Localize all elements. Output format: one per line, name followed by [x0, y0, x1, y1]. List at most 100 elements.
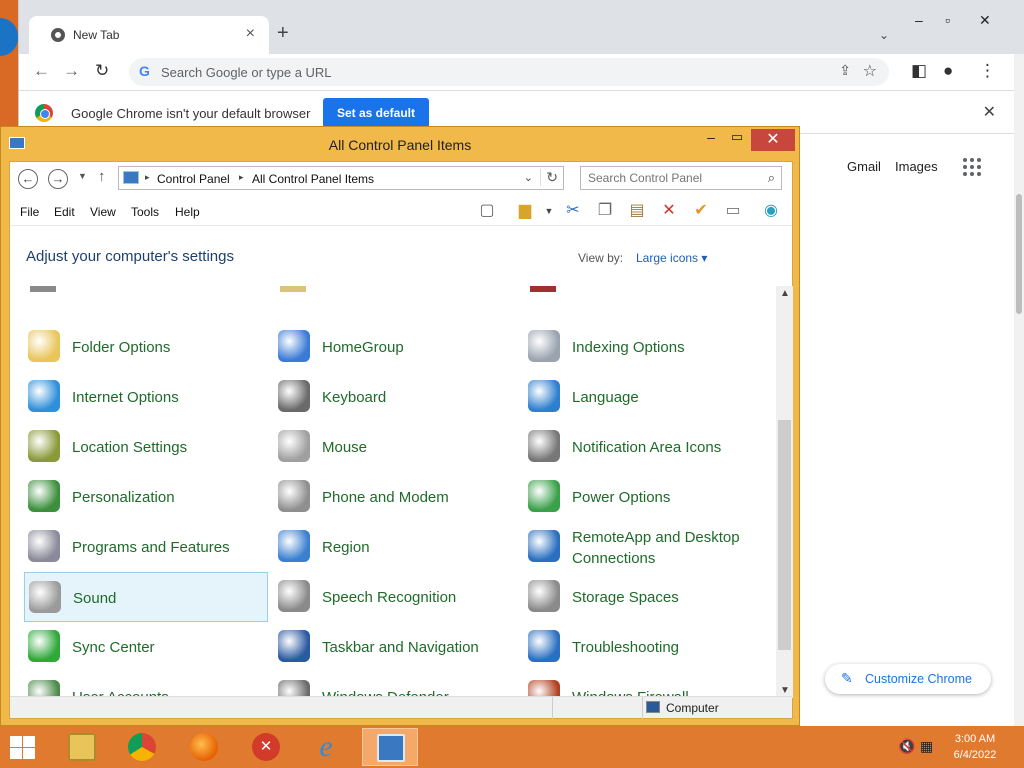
taskbar-internet-explorer[interactable]: e — [298, 728, 354, 766]
forward-arrow-icon[interactable]: → — [63, 61, 80, 81]
back-arrow-icon[interactable]: ← — [33, 61, 50, 81]
cp-item-personalization[interactable]: Personalization — [24, 472, 268, 522]
cp-maximize-button[interactable]: ▭ — [725, 129, 749, 151]
cp-item-internet-options[interactable]: Internet Options — [24, 372, 268, 422]
side-panel-icon[interactable]: ◧ — [911, 61, 927, 81]
breadcrumb-chevron-icon[interactable]: ▸ — [239, 172, 244, 183]
menu-file[interactable]: File — [20, 205, 39, 219]
cp-item-phone-and-modem[interactable]: Phone and Modem — [274, 472, 518, 522]
start-button[interactable] — [10, 736, 36, 760]
address-bar[interactable]: ▸ Control Panel ▸ All Control Panel Item… — [118, 166, 564, 190]
cp-scrollbar[interactable]: ▲ ▼ — [776, 286, 793, 698]
chrome-minimize-button[interactable]: – — [915, 12, 923, 28]
copy-icon[interactable]: ❐ — [594, 201, 616, 221]
chrome-menu-icon[interactable]: ⋮ — [979, 61, 996, 81]
cp-item-folder-options[interactable]: Folder Options — [24, 322, 268, 372]
gmail-link[interactable]: Gmail — [847, 159, 881, 174]
cp-item-notification-area-icons[interactable]: Notification Area Icons — [524, 422, 768, 472]
properties-icon[interactable]: ▭ — [722, 201, 744, 221]
cp-back-icon[interactable]: ← — [18, 169, 38, 189]
omnibox-placeholder[interactable]: Search Google or type a URL — [161, 65, 332, 80]
breadcrumb-all-items[interactable]: All Control Panel Items — [252, 172, 374, 186]
delete-icon[interactable]: ✕ — [658, 201, 680, 221]
images-link[interactable]: Images — [895, 159, 938, 174]
search-input[interactable] — [581, 167, 757, 189]
cp-item-keyboard[interactable]: Keyboard — [274, 372, 518, 422]
menu-help[interactable]: Help — [175, 205, 200, 219]
menu-edit[interactable]: Edit — [54, 205, 75, 219]
tab-new-tab[interactable]: New Tab × — [29, 16, 269, 54]
taskbar-error-app[interactable]: ✕ — [238, 728, 294, 766]
chrome-toolbar: ← → ↻ G Search Google or type a URL ⇪ ☆ … — [19, 54, 1024, 90]
recent-pages-dropdown-icon[interactable]: ▼ — [78, 171, 87, 181]
folders-dropdown-icon[interactable]: ▼ — [538, 201, 560, 221]
chrome-scrollbar[interactable] — [1014, 54, 1024, 726]
cp-item-windows-defender[interactable]: Windows Defender — [274, 672, 518, 696]
cp-item-windows-firewall[interactable]: Windows Firewall — [524, 672, 768, 696]
cp-item-remoteapp-and-desktop-connections[interactable]: RemoteApp and Desktop Connections — [524, 522, 768, 572]
new-tab-button[interactable]: + — [277, 23, 289, 43]
scroll-down-icon[interactable]: ▼ — [780, 685, 790, 696]
volume-muted-icon[interactable]: 🔇 — [898, 738, 915, 755]
taskbar-control-panel[interactable] — [362, 728, 418, 766]
cp-titlebar[interactable]: All Control Panel Items – ▭ ✕ — [1, 127, 799, 161]
omnibox[interactable]: G Search Google or type a URL ⇪ ☆ — [129, 58, 889, 86]
checkmark-icon[interactable]: ✔ — [690, 201, 712, 221]
cp-item-region[interactable]: Region — [274, 522, 518, 572]
menu-tools[interactable]: Tools — [131, 205, 159, 219]
share-icon[interactable]: ⇪ — [839, 62, 851, 79]
cp-item-user-accounts[interactable]: User Accounts — [24, 672, 268, 696]
view-by-dropdown[interactable]: Large icons ▾ — [636, 251, 707, 265]
google-apps-icon[interactable] — [963, 158, 981, 176]
tab-search-chevron-icon[interactable]: ⌄ — [879, 28, 889, 42]
cp-item-storage-spaces[interactable]: Storage Spaces — [524, 572, 768, 622]
folders-icon[interactable]: ▆ — [514, 201, 536, 221]
cp-item-sound[interactable]: Sound — [24, 572, 268, 622]
cp-item-homegroup[interactable]: HomeGroup — [274, 322, 518, 372]
paste-icon[interactable]: ▤ — [626, 201, 648, 221]
taskbar-chrome[interactable] — [114, 728, 170, 766]
address-dropdown-icon[interactable]: ⌄ — [524, 171, 533, 184]
cp-item-mouse[interactable]: Mouse — [274, 422, 518, 472]
cp-item-speech-recognition[interactable]: Speech Recognition — [274, 572, 518, 622]
cp-close-button[interactable]: ✕ — [751, 129, 795, 151]
set-as-default-button[interactable]: Set as default — [323, 98, 429, 128]
chrome-scrollbar-thumb[interactable] — [1016, 194, 1022, 314]
cp-item-programs-and-features[interactable]: Programs and Features — [24, 522, 268, 572]
tab-close-icon[interactable]: × — [246, 25, 255, 43]
cut-icon[interactable]: ✂ — [562, 201, 584, 221]
chrome-maximize-button[interactable]: ▫ — [945, 12, 950, 28]
reload-icon[interactable]: ↻ — [95, 61, 109, 81]
cp-item-power-options[interactable]: Power Options — [524, 472, 768, 522]
taskbar-file-explorer[interactable] — [54, 728, 110, 766]
cp-item-troubleshooting[interactable]: Troubleshooting — [524, 622, 768, 672]
location-settings-icon — [28, 430, 60, 462]
cp-item-sync-center[interactable]: Sync Center — [24, 622, 268, 672]
chrome-close-button[interactable]: ✕ — [979, 12, 991, 29]
taskbar-firefox[interactable] — [176, 728, 232, 766]
menu-view[interactable]: View — [90, 205, 116, 219]
cp-item-taskbar-and-navigation[interactable]: Taskbar and Navigation — [274, 622, 518, 672]
customize-chrome-button[interactable]: ✎ Customize Chrome — [825, 664, 991, 694]
breadcrumb-chevron-icon[interactable]: ▸ — [145, 172, 150, 183]
search-icon[interactable]: ⌕ — [768, 170, 775, 186]
network-icon[interactable]: ▦ — [920, 738, 933, 755]
scroll-up-icon[interactable]: ▲ — [780, 288, 790, 299]
profile-avatar-icon[interactable]: ● — [943, 61, 953, 81]
bookmark-star-icon[interactable]: ☆ — [863, 61, 877, 81]
infobar-close-icon[interactable]: ✕ — [983, 102, 996, 122]
cp-forward-icon[interactable]: → — [48, 169, 68, 189]
layout-panes-icon[interactable]: ▢ — [476, 201, 498, 221]
remoteapp-icon — [528, 530, 560, 562]
cp-minimize-button[interactable]: – — [699, 129, 723, 151]
clock[interactable]: 3:00 AM 6/4/2022 — [940, 731, 1010, 763]
search-control-panel[interactable]: ⌕ — [580, 166, 782, 190]
cp-item-indexing-options[interactable]: Indexing Options — [524, 322, 768, 372]
globe-icon[interactable]: ◉ — [760, 201, 782, 221]
up-level-icon[interactable]: ↑ — [98, 168, 106, 185]
breadcrumb-control-panel[interactable]: Control Panel — [157, 172, 230, 186]
cp-item-location-settings[interactable]: Location Settings — [24, 422, 268, 472]
cp-item-language[interactable]: Language — [524, 372, 768, 422]
refresh-icon[interactable]: ↻ — [540, 169, 558, 186]
cp-scrollbar-thumb[interactable] — [778, 420, 791, 650]
